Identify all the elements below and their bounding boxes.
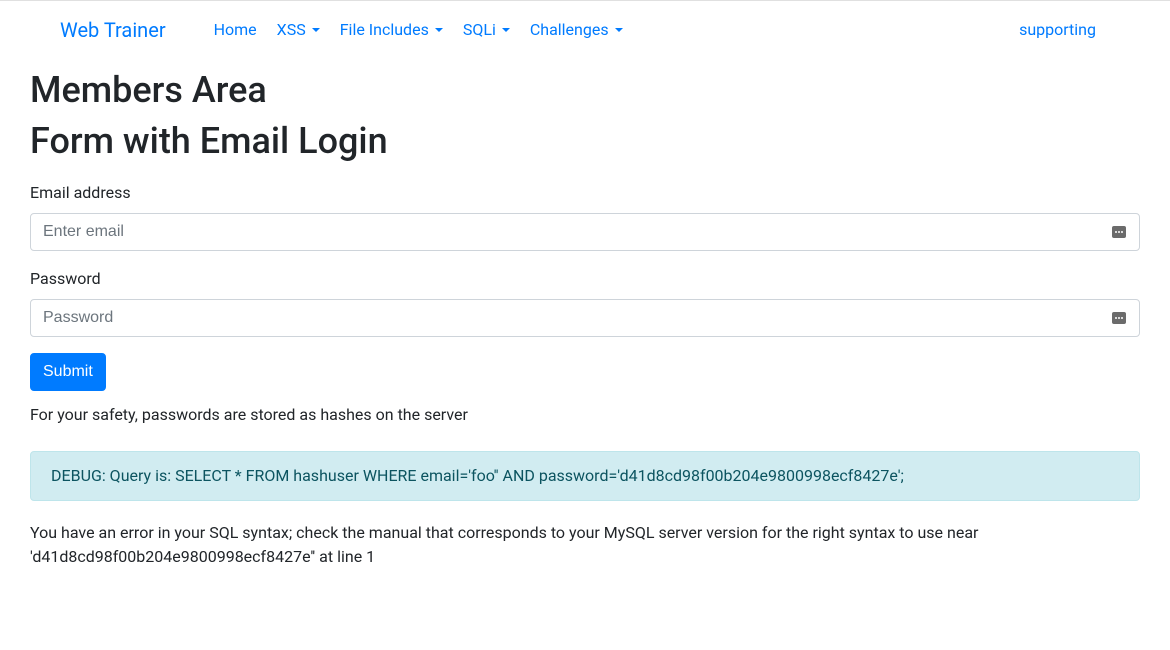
nav-supporting[interactable]: supporting [1011, 12, 1104, 48]
nav-label: Challenges [530, 18, 609, 42]
main-container: Members Area Form with Email Login Email… [0, 59, 1170, 579]
email-label: Email address [30, 181, 1140, 205]
navbar: Web Trainer Home XSS File Includes SQLi [0, 0, 1170, 59]
sql-error-message: You have an error in your SQL syntax; ch… [30, 521, 1140, 569]
submit-button[interactable]: Submit [30, 353, 106, 391]
nav-file-includes[interactable]: File Includes [332, 12, 451, 48]
email-input[interactable] [30, 213, 1140, 251]
chevron-down-icon [502, 28, 510, 32]
password-label: Password [30, 267, 1140, 291]
chevron-down-icon [312, 28, 320, 32]
nav-label: Home [214, 18, 257, 42]
brand-link[interactable]: Web Trainer [16, 9, 206, 51]
nav-home[interactable]: Home [206, 12, 265, 48]
input-suggestion-icon[interactable] [1112, 312, 1126, 324]
nav-label: File Includes [340, 18, 429, 42]
chevron-down-icon [615, 28, 623, 32]
debug-alert: DEBUG: Query is: SELECT * FROM hashuser … [30, 451, 1140, 501]
nav-xss[interactable]: XSS [269, 12, 328, 48]
input-suggestion-icon[interactable] [1112, 226, 1126, 238]
page-title-1: Members Area [30, 69, 1140, 112]
safety-notice: For your safety, passwords are stored as… [30, 403, 1140, 427]
email-group: Email address [30, 181, 1140, 251]
password-group: Password [30, 267, 1140, 337]
nav-label: XSS [277, 18, 306, 42]
chevron-down-icon [435, 28, 443, 32]
password-input[interactable] [30, 299, 1140, 337]
nav-sqli[interactable]: SQLi [455, 12, 518, 48]
page-title-2: Form with Email Login [30, 120, 1140, 163]
nav-challenges[interactable]: Challenges [522, 12, 631, 48]
nav-label: SQLi [463, 18, 496, 42]
login-form: Email address Password Submit [30, 181, 1140, 391]
nav-menu: Home XSS File Includes SQLi Challenges [206, 12, 631, 48]
